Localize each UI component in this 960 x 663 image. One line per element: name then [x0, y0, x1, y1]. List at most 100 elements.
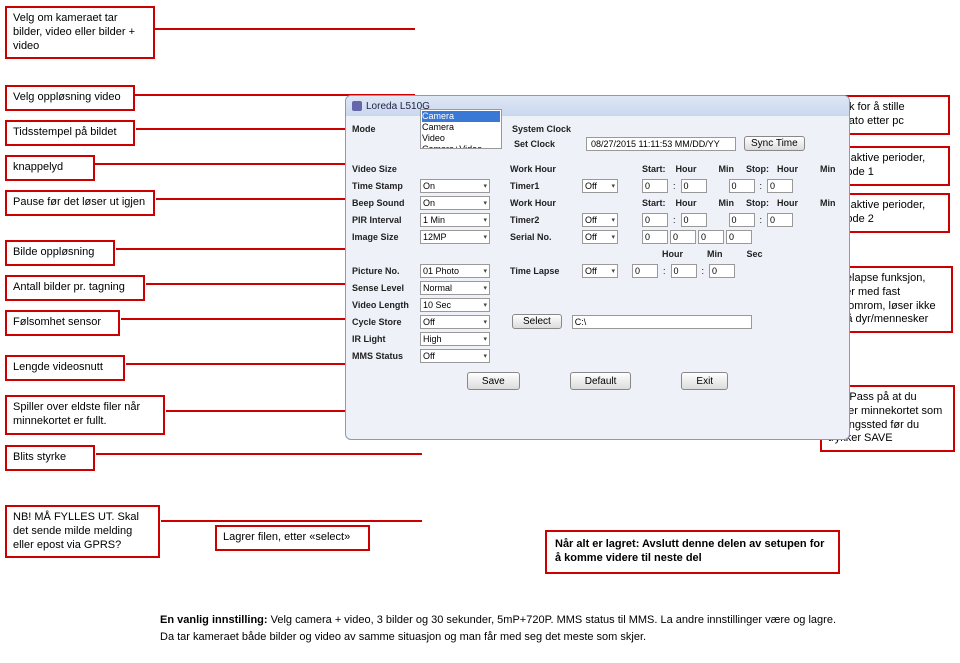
callout-timestamp: Tidsstempel på bildet — [5, 120, 135, 146]
label-setclock: Set Clock — [514, 139, 584, 149]
mode-option[interactable]: Camera — [422, 111, 500, 122]
mode-option[interactable]: Camera+Video — [422, 144, 500, 149]
callout-text: Velg oppløsning video — [13, 91, 121, 103]
callout-text: Bilde oppløsning — [13, 246, 94, 258]
label-videosize: Video Size — [352, 164, 418, 174]
sn2[interactable]: 0 — [670, 230, 696, 244]
callout-mms: NB! MÅ FYLLES UT. Skal det sende milde m… — [5, 505, 160, 558]
sync-time-button[interactable]: Sync Time — [744, 136, 805, 151]
app-window: Loreda L510G Mode Camera Camera Video Ca… — [345, 95, 850, 440]
timelapse-combo[interactable]: Off — [582, 264, 618, 278]
sense-value: Normal — [423, 283, 452, 293]
label-timestamp: Time Stamp — [352, 181, 418, 191]
beep-combo[interactable]: On — [420, 196, 490, 210]
mode-option[interactable]: Video — [422, 133, 500, 144]
timer2-start-min[interactable]: 0 — [681, 213, 707, 227]
label-min: Min — [707, 249, 723, 259]
footer-bold: En vanlig innstilling: — [160, 614, 268, 626]
footer-line2: Da tar kameraet både bilder og video av … — [160, 630, 880, 645]
label-stop1: Stop: — [746, 164, 769, 174]
connector — [161, 520, 163, 522]
label-min: Min — [820, 198, 836, 208]
mode-option[interactable]: Camera — [422, 122, 500, 133]
timelapse-hour[interactable]: 0 — [632, 264, 658, 278]
timer1-stop-hour[interactable]: 0 — [729, 179, 755, 193]
cyclestore-combo[interactable]: Off — [420, 315, 490, 329]
system-clock-value[interactable]: 08/27/2015 11:11:53 MM/DD/YY — [586, 137, 736, 151]
label-sec: Sec — [747, 249, 763, 259]
callout-text: NB! MÅ FYLLES UT. Skal det sende milde m… — [13, 511, 139, 551]
beep-value: On — [423, 198, 435, 208]
label-irlight: IR Light — [352, 334, 418, 344]
pir-combo[interactable]: 1 Min — [420, 213, 490, 227]
callout-text: Velg om kameraet tar bilder, video eller… — [13, 12, 135, 52]
connector — [96, 453, 422, 455]
footer-rest: Velg camera + video, 3 bilder og 30 seku… — [268, 614, 836, 626]
timer1-stop-min[interactable]: 0 — [767, 179, 793, 193]
label-mode: Mode — [352, 124, 418, 134]
callout-text: Følsomhet sensor — [13, 316, 101, 328]
mms-combo[interactable]: Off — [420, 349, 490, 363]
label-min: Min — [719, 198, 735, 208]
pictureno-value: 01 Photo — [423, 266, 459, 276]
label-hour: Hour — [676, 198, 697, 208]
label-min: Min — [820, 164, 836, 174]
irlight-combo[interactable]: High — [420, 332, 490, 346]
connector — [155, 28, 415, 30]
label-pir: PIR Interval — [352, 215, 418, 225]
timer2-stop-min[interactable]: 0 — [767, 213, 793, 227]
label-serialno: Serial No. — [510, 232, 580, 242]
label-systemclock: System Clock — [512, 124, 582, 134]
select-button[interactable]: Select — [512, 314, 562, 329]
label-workhour2: Work Hour — [510, 198, 580, 208]
mode-listbox[interactable]: Camera Camera Video Camera+Video — [420, 109, 502, 149]
timestamp-value: On — [423, 181, 435, 191]
timelapse-sec[interactable]: 0 — [709, 264, 735, 278]
timer1-start-hour[interactable]: 0 — [642, 179, 668, 193]
callout-text: Blits styrke — [13, 451, 66, 463]
app-icon — [352, 101, 362, 111]
timer1-combo[interactable]: Off — [582, 179, 618, 193]
label-timer1: Timer1 — [510, 181, 580, 191]
sense-combo[interactable]: Normal — [420, 281, 490, 295]
connector — [161, 520, 422, 522]
callout-text: Antall bilder pr. tagning — [13, 281, 125, 293]
callout-exit: Når alt er lagret: Avslutt denne delen a… — [545, 530, 840, 574]
timer2-combo[interactable]: Off — [582, 213, 618, 227]
imagesize-combo[interactable]: 12MP — [420, 230, 490, 244]
serialno-value: Off — [585, 232, 597, 242]
save-button[interactable]: Save — [467, 372, 520, 390]
timer1-start-min[interactable]: 0 — [681, 179, 707, 193]
timer2-start-hour[interactable]: 0 — [642, 213, 668, 227]
callout-videolen: Lengde videosnutt — [5, 355, 125, 381]
callout-cyclestore: Spiller over eldste filer når minnekorte… — [5, 395, 165, 435]
callout-videosize: Velg oppløsning video — [5, 85, 135, 111]
app-body: Mode Camera Camera Video Camera+Video Sy… — [346, 116, 849, 398]
videolength-value: 10 Sec — [423, 300, 451, 310]
label-sense: Sense Level — [352, 283, 418, 293]
label-timelapse: Time Lapse — [510, 266, 580, 276]
label-mms: MMS Status — [352, 351, 418, 361]
pictureno-combo[interactable]: 01 Photo — [420, 264, 490, 278]
label-workhour1: Work Hour — [510, 164, 580, 174]
sn4[interactable]: 0 — [726, 230, 752, 244]
label-beep: Beep Sound — [352, 198, 418, 208]
callout-save: Lagrer filen, etter «select» — [215, 525, 370, 551]
callout-irlight: Blits styrke — [5, 445, 95, 471]
timelapse-min[interactable]: 0 — [671, 264, 697, 278]
sn3[interactable]: 0 — [698, 230, 724, 244]
serialno-combo[interactable]: Off — [582, 230, 618, 244]
label-videolength: Video Length — [352, 300, 418, 310]
timelapse-value: Off — [585, 266, 597, 276]
label-hour: Hour — [777, 198, 798, 208]
timer2-stop-hour[interactable]: 0 — [729, 213, 755, 227]
label-start1: Start: — [642, 164, 666, 174]
exit-button[interactable]: Exit — [681, 372, 728, 390]
callout-imagesize: Bilde oppløsning — [5, 240, 115, 266]
sn1[interactable]: 0 — [642, 230, 668, 244]
callout-text: Pause før det løser ut igjen — [13, 196, 145, 208]
videolength-combo[interactable]: 10 Sec — [420, 298, 490, 312]
select-path[interactable]: C:\ — [572, 315, 752, 329]
timestamp-combo[interactable]: On — [420, 179, 490, 193]
default-button[interactable]: Default — [570, 372, 632, 390]
